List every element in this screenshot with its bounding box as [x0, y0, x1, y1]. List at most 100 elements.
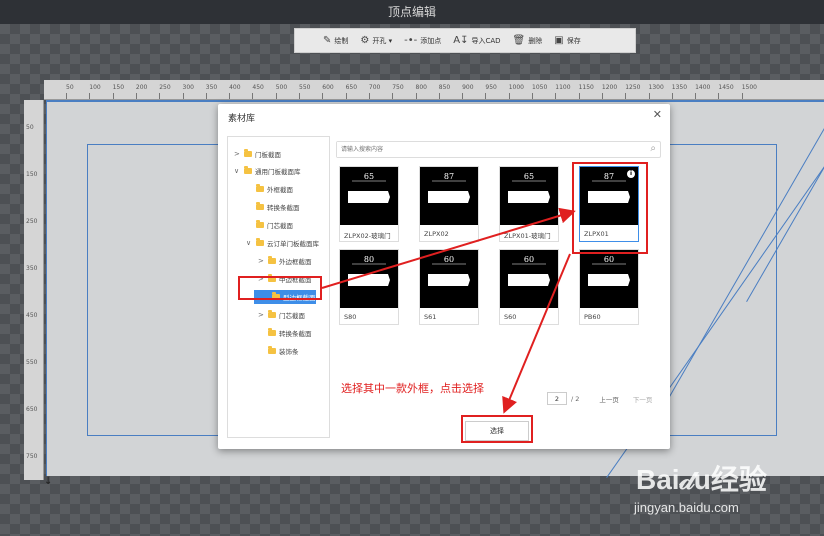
tree-item[interactable]: 转换条截面	[258, 326, 312, 340]
material-card[interactable]: 60 S60	[499, 249, 559, 325]
ruler-tick: 850	[438, 84, 451, 99]
profile-dimension: 87	[444, 172, 454, 181]
ruler-tick: 100	[89, 84, 101, 99]
chevron-icon[interactable]: >	[258, 311, 265, 319]
chevron-icon[interactable]: >	[234, 150, 241, 158]
watermark: Bai𝒹u经验 jingyan.baidu.com	[624, 450, 820, 530]
tree-item[interactable]: 外框截面	[246, 182, 293, 196]
ruler-tick: 1250	[625, 84, 641, 99]
folder-icon	[256, 202, 264, 210]
ruler-tick: 350	[26, 265, 38, 272]
profile-drawing: 60	[428, 255, 470, 286]
material-label: S80	[344, 313, 357, 321]
profile-dimension: 80	[364, 255, 374, 264]
tree-item-label: 装饰条	[279, 348, 299, 356]
tree-item-label: 通用门板截面库	[255, 168, 301, 176]
profile-thumbnail: 80	[340, 250, 398, 308]
profile-thumbnail: 65	[500, 167, 558, 225]
folder-icon	[268, 256, 276, 264]
ruler-tick: 1350	[671, 84, 688, 99]
folder-icon	[244, 166, 252, 174]
add-point-icon: -•-	[404, 35, 418, 46]
profile-dimension: 60	[444, 255, 454, 264]
save-button[interactable]: ▣ 保存	[554, 35, 580, 46]
material-card[interactable]: 60 S61	[419, 249, 479, 325]
edit-icon: ✎	[323, 35, 332, 46]
tree-item[interactable]: 装饰条	[258, 344, 299, 358]
material-card[interactable]: 65 ZLPX01-玻璃门	[499, 166, 559, 242]
material-card[interactable]: 80 S80	[339, 249, 399, 325]
ruler-tick: 1500	[741, 84, 757, 99]
profile-dimension: 60	[524, 255, 534, 264]
ruler-tick: 150	[26, 171, 38, 178]
window-title: 顶点编辑	[0, 0, 824, 24]
search-box: ⌕	[336, 141, 661, 158]
prev-page-link[interactable]: 上一页	[599, 394, 619, 404]
folder-icon	[256, 184, 264, 192]
toolbar: ✎ 绘制 ⚙ 开孔 ▾ -•- 添加点 A↧ 导入CAD 🗑 删除 ▣ 保存	[294, 28, 636, 53]
ruler-tick: 250	[159, 84, 171, 99]
drill-button[interactable]: ⚙ 开孔 ▾	[360, 35, 392, 46]
ruler-tick: 550	[299, 84, 311, 99]
next-page-link[interactable]: 下一页	[633, 394, 653, 404]
tree-item-label: 门板截面	[255, 151, 281, 159]
profile-drawing: 60	[588, 255, 630, 286]
delete-button[interactable]: 🗑 删除	[513, 35, 543, 46]
draw-button[interactable]: ✎ 绘制	[323, 35, 348, 46]
profile-thumbnail: 87	[420, 167, 478, 225]
tree-item[interactable]: ∨ 云订单门板截面库	[246, 236, 319, 250]
ruler-tick: 750	[392, 84, 404, 99]
ruler-tick: 450	[252, 84, 264, 99]
material-card[interactable]: 60 PB60	[579, 249, 639, 325]
ruler-tick: 1450	[718, 84, 734, 99]
tree-item-label: 门芯截面	[279, 312, 305, 320]
ruler-tick: 1300	[648, 84, 664, 99]
ruler-tick: 150	[112, 84, 125, 99]
ruler-tick: 50	[66, 84, 74, 99]
ruler-tick: 700	[368, 84, 381, 99]
ruler-tick: 750	[26, 453, 38, 460]
import-cad-button[interactable]: A↧ 导入CAD	[453, 35, 500, 46]
profile-dimension: 65	[364, 172, 374, 181]
pagination: 2 / 2 上一页 下一页	[547, 392, 652, 405]
add-point-button[interactable]: -•- 添加点	[404, 35, 441, 46]
profile-drawing: 80	[348, 255, 390, 286]
tree-item-label: 外框截面	[267, 186, 293, 194]
ruler-tick: 50	[26, 124, 34, 131]
annotation-text: 选择其中一款外框，点击选择	[341, 382, 484, 395]
ruler-tick: 1050	[532, 84, 548, 99]
chevron-icon[interactable]: ∨	[234, 167, 241, 175]
folder-icon	[256, 238, 264, 246]
material-card[interactable]: 65 ZLPX02-玻璃门	[339, 166, 399, 242]
profile-thumbnail: 60	[500, 250, 558, 308]
highlight-material-card	[572, 162, 648, 254]
chevron-icon[interactable]: ∨	[246, 239, 253, 247]
close-icon[interactable]: ✕	[653, 108, 662, 121]
tree-item[interactable]: ∨ 通用门板截面库	[234, 164, 301, 178]
ruler-tick: 650	[345, 84, 358, 99]
tree-item[interactable]: > 外边框截面	[258, 254, 312, 268]
drill-icon: ⚙	[360, 35, 370, 46]
ruler-tick: 350	[205, 84, 218, 99]
save-icon: ▣	[554, 35, 564, 46]
ruler-tick: 250	[26, 218, 38, 225]
ruler-tick: 1100	[555, 84, 571, 99]
ruler-tick: 1150	[578, 84, 594, 99]
ruler-tick: 600	[322, 84, 334, 99]
page-input[interactable]: 2	[547, 392, 567, 405]
tree-item[interactable]: > 门芯截面	[258, 308, 305, 322]
tree-item[interactable]: > 门板截面	[234, 147, 281, 161]
material-card[interactable]: 87 ZLPX02	[419, 166, 479, 242]
material-label: S60	[504, 313, 517, 321]
search-icon[interactable]: ⌕	[650, 143, 656, 154]
trash-icon: 🗑	[512, 35, 526, 46]
search-input[interactable]	[337, 142, 637, 157]
tree-item[interactable]: 转换条截面	[246, 200, 300, 214]
tree-item-label: 转换条截面	[279, 330, 312, 338]
tree-item[interactable]: 门芯截面	[246, 218, 293, 232]
chevron-icon[interactable]: >	[258, 257, 265, 265]
ruler-tick: 1000	[508, 84, 524, 99]
material-label: ZLPX02	[424, 230, 449, 238]
folder-icon	[268, 346, 276, 354]
ruler-tick: 550	[26, 359, 38, 366]
